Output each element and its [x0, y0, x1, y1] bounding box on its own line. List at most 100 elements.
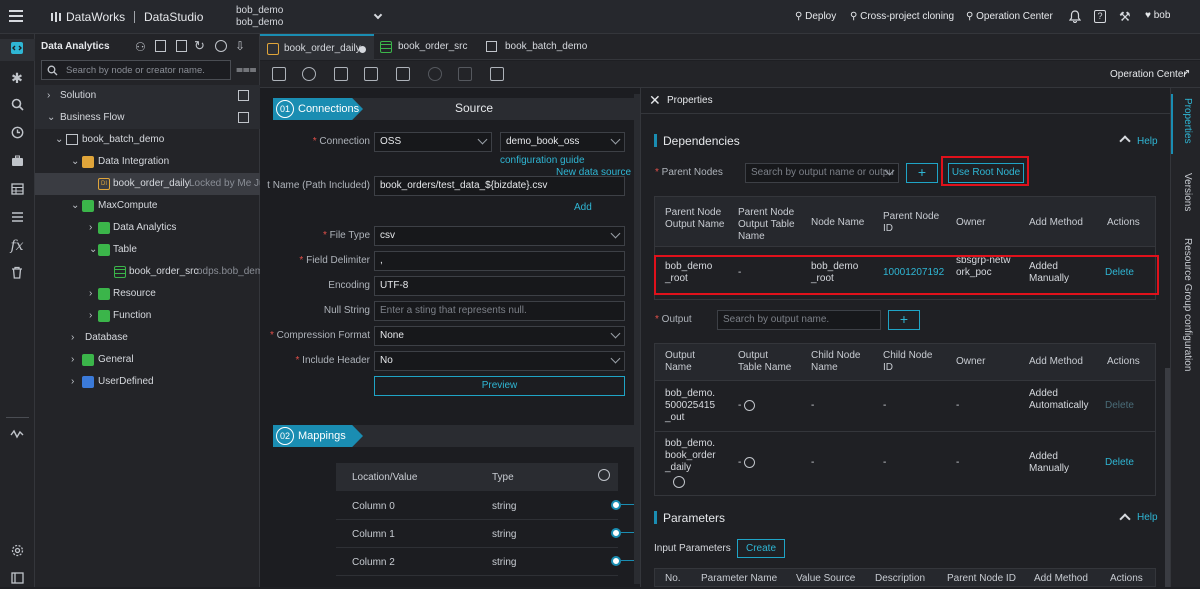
chevron-up-icon[interactable] — [1119, 135, 1131, 147]
locate-icon[interactable] — [215, 40, 227, 52]
unsaved-dot-icon[interactable] — [359, 46, 366, 53]
list-settings-icon[interactable] — [7, 208, 27, 228]
connection-type-select[interactable]: OSS — [374, 132, 492, 152]
mapping-connector-handle[interactable] — [611, 500, 621, 510]
mapping-connector-handle[interactable] — [611, 556, 621, 566]
tree-item-database[interactable]: › Database — [35, 327, 260, 349]
help-icon[interactable]: ? — [1094, 10, 1106, 23]
rail-tab-properties[interactable]: Properties — [1182, 98, 1193, 144]
help-link[interactable]: Help — [1137, 512, 1158, 523]
toolbar-operation-center[interactable]: Operation Center — [1110, 69, 1187, 80]
import-icon[interactable] — [155, 40, 166, 52]
search-icon[interactable] — [7, 96, 27, 116]
tree-item-general[interactable]: › General — [35, 349, 260, 371]
download-icon[interactable]: ⇩ — [235, 39, 245, 53]
tree-item-resource[interactable]: › Resource — [35, 283, 260, 305]
briefcase-icon[interactable] — [7, 152, 27, 172]
tab-book-order-src[interactable]: book_order_src — [374, 34, 481, 60]
tree-item-book-order-src[interactable]: book_order_src odps.bob_dem — [35, 261, 260, 283]
code-icon[interactable] — [7, 40, 27, 60]
mapping-connector-handle[interactable] — [611, 528, 621, 538]
tree-item-data-analytics[interactable]: › Data Analytics — [35, 217, 260, 239]
new-file-icon[interactable] — [176, 40, 187, 52]
run-icon[interactable] — [302, 67, 316, 81]
encoding-input[interactable]: UTF-8 — [374, 276, 625, 296]
bell-icon[interactable] — [1068, 10, 1082, 24]
edit-icon[interactable] — [598, 469, 610, 481]
menu-icon[interactable] — [9, 10, 23, 22]
parent-search-placeholder: Search by output name or outpu — [751, 167, 894, 178]
tab-book-order-daily[interactable]: book_order_daily — [260, 34, 374, 60]
tree-item-function[interactable]: › Function — [35, 305, 260, 327]
tree-item-label: book_batch_demo — [82, 134, 165, 145]
gear-icon[interactable] — [7, 542, 27, 562]
lock-status: Locked by Me Ju — [189, 178, 260, 189]
table-icon[interactable] — [7, 180, 27, 200]
filter-icon[interactable]: ⩶ — [236, 62, 257, 77]
external-link-icon[interactable]: ↗ — [1182, 68, 1190, 79]
output-search-input[interactable]: Search by output name. — [717, 310, 881, 330]
include-header-select[interactable]: No — [374, 351, 625, 371]
delete-output-link[interactable]: Delete — [1105, 457, 1134, 469]
submit-icon[interactable] — [364, 67, 378, 81]
operation-center-button[interactable]: ⚲ Operation Center — [966, 11, 1053, 22]
rail-tab-resource-group[interactable]: Resource Group configuration — [1182, 238, 1193, 371]
compression-select[interactable]: None — [374, 326, 625, 346]
tree-item-book-batch-demo[interactable]: ⌄ book_batch_demo — [35, 129, 260, 151]
user-menu[interactable]: ♥ bob — [1145, 10, 1170, 21]
tab-book-batch-demo[interactable]: book_batch_demo — [481, 34, 591, 60]
collapse-icon[interactable] — [7, 569, 27, 589]
function-icon[interactable]: fx — [7, 236, 27, 256]
null-string-input[interactable]: Enter a sting that represents null. — [374, 301, 625, 321]
new-user-icon[interactable]: ⚇ — [135, 40, 146, 54]
puzzle-icon[interactable]: ✱ — [7, 68, 27, 88]
cross-project-button[interactable]: ⚲ Cross-project cloning — [850, 11, 954, 22]
preview-button[interactable]: Preview — [374, 376, 625, 396]
chevron-down-icon — [610, 134, 621, 145]
add-parent-button[interactable]: + — [906, 163, 938, 183]
wrench-icon[interactable]: ⚒ — [1119, 9, 1131, 25]
tree-item-business-flow[interactable]: ⌄ Business Flow — [35, 107, 260, 129]
tree-item-table[interactable]: ⌄ Table — [35, 239, 260, 261]
connection-name-select[interactable]: demo_book_oss — [500, 132, 625, 152]
create-button[interactable]: Create — [737, 539, 785, 558]
tree-item-label: Data Integration — [98, 156, 170, 167]
pulse-icon[interactable] — [7, 424, 27, 444]
tree-item-solution[interactable]: › Solution — [35, 85, 260, 107]
add-output-button[interactable]: + — [888, 310, 920, 330]
tree-item-userdefined[interactable]: › UserDefined — [35, 371, 260, 393]
configuration-guide-link[interactable]: configuration guide — [500, 155, 585, 166]
file-name-input[interactable]: book_orders/test_data_${bizdate}.csv — [374, 176, 625, 196]
workspace-selector[interactable]: bob_demo bob_demo — [236, 5, 386, 29]
stop-icon[interactable] — [428, 67, 442, 81]
save-icon[interactable] — [272, 67, 286, 81]
field-delimiter-input[interactable]: , — [374, 251, 625, 271]
grid-icon[interactable] — [238, 112, 249, 123]
script-mode-icon[interactable] — [490, 67, 504, 81]
trash-icon[interactable] — [7, 264, 27, 284]
output-edit-icon[interactable] — [673, 476, 685, 488]
col-parameter-name: Parameter Name — [701, 573, 778, 584]
grid-icon[interactable] — [238, 90, 249, 101]
chevron-up-icon[interactable] — [1119, 513, 1131, 525]
file-type-select[interactable]: csv — [374, 226, 625, 246]
run-with-params-icon[interactable] — [334, 67, 348, 81]
parent-search-input[interactable]: Search by output name or outpu — [745, 163, 899, 183]
clock-icon[interactable] — [7, 124, 27, 144]
close-icon[interactable]: ✕ — [649, 92, 661, 109]
edit-icon[interactable] — [744, 457, 756, 468]
deploy-button[interactable]: ⚲ Deploy — [795, 11, 836, 22]
rail-tab-versions[interactable]: Versions — [1182, 173, 1193, 211]
edit-icon[interactable] — [744, 400, 756, 411]
help-link[interactable]: Help — [1137, 136, 1158, 147]
lock-icon[interactable] — [458, 67, 472, 81]
tree-search-input[interactable]: Search by node or creator name. — [41, 60, 231, 80]
deploy-icon[interactable] — [396, 67, 410, 81]
tree-item-maxcompute[interactable]: ⌄ MaxCompute — [35, 195, 260, 217]
tree-item-book-order-daily[interactable]: DI book_order_daily Locked by Me Ju — [35, 173, 260, 195]
tree-item-data-integration[interactable]: ⌄ Data Integration — [35, 151, 260, 173]
add-link[interactable]: Add — [574, 202, 592, 213]
refresh-icon[interactable]: ↻ — [194, 38, 205, 54]
tree-item-label: book_order_src — [129, 266, 199, 277]
create-label: Create — [745, 543, 776, 554]
